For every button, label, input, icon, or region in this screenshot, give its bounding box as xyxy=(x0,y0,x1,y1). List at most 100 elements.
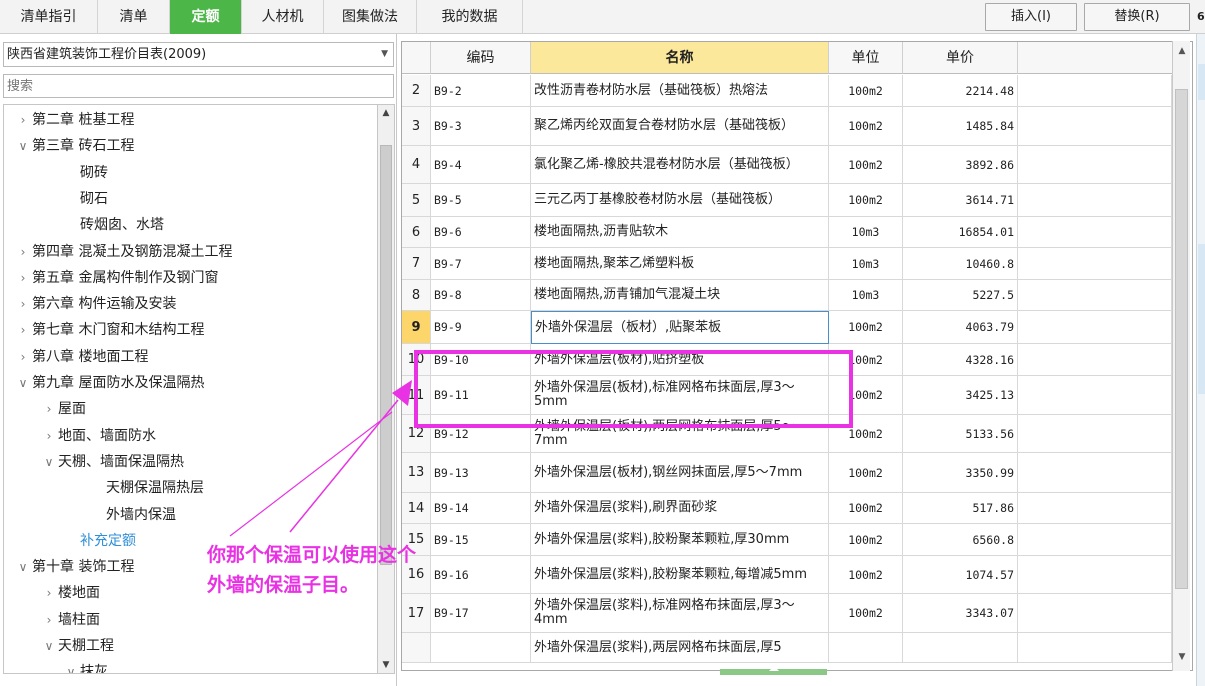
chevron-down-icon[interactable]: ∨ xyxy=(40,633,58,659)
chevron-right-icon[interactable]: › xyxy=(14,317,32,343)
price-cell[interactable]: 3343.07 xyxy=(903,594,1018,633)
name-cell[interactable]: 外墙外保温层(浆料),胶粉聚苯颗粒,每增减5mm xyxy=(531,556,829,594)
chevron-down-icon[interactable]: ∨ xyxy=(62,659,80,673)
chevron-right-icon[interactable]: › xyxy=(14,107,32,133)
unit-cell[interactable]: 10m3 xyxy=(829,280,903,311)
price-cell[interactable]: 3425.13 xyxy=(903,376,1018,415)
name-cell[interactable]: 氯化聚乙烯-橡胶共混卷材防水层（基础筏板） xyxy=(531,146,829,184)
blank-cell[interactable] xyxy=(1018,248,1172,280)
chevron-right-icon[interactable]: › xyxy=(40,423,58,449)
blank-cell[interactable] xyxy=(1018,376,1172,415)
unit-cell[interactable]: 100m2 xyxy=(829,524,903,556)
unit-cell[interactable]: 100m2 xyxy=(829,107,903,146)
row-number[interactable]: 14 xyxy=(402,493,431,524)
name-cell[interactable]: 外墙外保温层(浆料),标准网格布抹面层,厚3～4mm xyxy=(531,594,829,633)
price-cell[interactable]: 3350.99 xyxy=(903,453,1018,493)
unit-cell[interactable]: 100m2 xyxy=(829,146,903,184)
row-number[interactable]: 13 xyxy=(402,453,431,493)
price-cell[interactable]: 1074.57 xyxy=(903,556,1018,594)
scroll-thumb[interactable] xyxy=(1175,89,1188,589)
scroll-down-icon[interactable]: ▼ xyxy=(1173,649,1191,665)
chevron-down-icon[interactable]: ∨ xyxy=(14,554,32,580)
tree-node[interactable]: ∨ 第九章 屋面防水及保温隔热 xyxy=(14,370,205,396)
blank-cell[interactable] xyxy=(1018,415,1172,453)
tree-node[interactable]: › 第六章 构件运输及安装 xyxy=(14,291,177,317)
price-cell[interactable]: 3892.86 xyxy=(903,146,1018,184)
unit-cell[interactable]: 10m3 xyxy=(829,248,903,280)
row-number[interactable]: 4 xyxy=(402,146,431,184)
price-cell[interactable]: 10460.8 xyxy=(903,248,1018,280)
code-cell[interactable]: B9-4 xyxy=(431,146,531,184)
price-cell[interactable]: 2214.48 xyxy=(903,75,1018,107)
blank-cell[interactable] xyxy=(1018,107,1172,146)
tree-node[interactable]: › 第二章 桩基工程 xyxy=(14,107,135,133)
chevron-down-icon[interactable]: ∨ xyxy=(40,449,58,475)
price-cell[interactable]: 517.86 xyxy=(903,493,1018,524)
unit-cell[interactable]: 100m2 xyxy=(829,376,903,415)
header-price[interactable]: 单价 xyxy=(903,42,1018,74)
name-cell[interactable]: 外墙外保温层(板材),两层网格布抹面层,厚5～7mm xyxy=(531,415,829,453)
tab-labor-material-machine[interactable]: 人材机 xyxy=(242,0,324,34)
blank-cell[interactable] xyxy=(1018,280,1172,311)
code-cell[interactable]: B9-15 xyxy=(431,524,531,556)
unit-cell[interactable]: 100m2 xyxy=(829,594,903,633)
code-cell[interactable]: B9-9 xyxy=(431,311,531,344)
name-cell[interactable]: 外墙外保温层（板材）,贴聚苯板 xyxy=(531,311,829,344)
tree-node[interactable]: 砌石 xyxy=(62,186,108,212)
header-name[interactable]: 名称 xyxy=(531,42,829,74)
code-cell[interactable]: B9-6 xyxy=(431,217,531,248)
replace-button[interactable]: 替换(R) xyxy=(1084,3,1190,31)
name-cell[interactable]: 外墙外保温层(浆料),胶粉聚苯颗粒,厚30mm xyxy=(531,524,829,556)
price-cell[interactable]: 3614.71 xyxy=(903,184,1018,217)
tree-node[interactable]: › 楼地面 xyxy=(40,580,100,606)
code-cell[interactable]: B9-7 xyxy=(431,248,531,280)
blank-cell[interactable] xyxy=(1018,594,1172,633)
unit-cell[interactable] xyxy=(829,633,903,663)
price-cell[interactable] xyxy=(903,633,1018,663)
unit-cell[interactable]: 100m2 xyxy=(829,493,903,524)
price-cell[interactable]: 6560.8 xyxy=(903,524,1018,556)
tree-node[interactable]: ∨ 第三章 砖石工程 xyxy=(14,133,135,159)
row-number[interactable]: 9 xyxy=(402,311,431,344)
code-cell[interactable]: B9-17 xyxy=(431,594,531,633)
chevron-down-icon[interactable]: ∨ xyxy=(14,133,32,159)
row-number[interactable]: 8 xyxy=(402,280,431,311)
tree-node[interactable]: 砌砖 xyxy=(62,160,108,186)
blank-cell[interactable] xyxy=(1018,184,1172,217)
scroll-down-icon[interactable]: ▼ xyxy=(378,657,394,673)
tab-bill[interactable]: 清单 xyxy=(98,0,170,34)
tree-node[interactable]: 外墙内保温 xyxy=(88,502,176,528)
price-cell[interactable]: 5133.56 xyxy=(903,415,1018,453)
row-number[interactable]: 2 xyxy=(402,75,431,107)
blank-cell[interactable] xyxy=(1018,217,1172,248)
blank-cell[interactable] xyxy=(1018,493,1172,524)
row-number[interactable]: 7 xyxy=(402,248,431,280)
tree-node[interactable]: ∨ 天棚、墙面保温隔热 xyxy=(40,449,184,475)
code-cell[interactable]: B9-5 xyxy=(431,184,531,217)
price-cell[interactable]: 16854.01 xyxy=(903,217,1018,248)
name-cell[interactable]: 楼地面隔热,沥青铺加气混凝土块 xyxy=(531,280,829,311)
chevron-right-icon[interactable]: › xyxy=(14,344,32,370)
name-cell[interactable]: 外墙外保温层(浆料),刷界面砂浆 xyxy=(531,493,829,524)
tree-node[interactable]: 补充定额 xyxy=(62,528,136,554)
unit-cell[interactable]: 100m2 xyxy=(829,415,903,453)
name-cell[interactable]: 聚乙烯丙纶双面复合卷材防水层（基础筏板） xyxy=(531,107,829,146)
chevron-right-icon[interactable]: › xyxy=(40,396,58,422)
name-cell[interactable]: 三元乙丙丁基橡胶卷材防水层（基础筏板） xyxy=(531,184,829,217)
tree-node[interactable]: › 第五章 金属构件制作及钢门窗 xyxy=(14,265,219,291)
header-unit[interactable]: 单位 xyxy=(829,42,903,74)
scroll-up-icon[interactable]: ▲ xyxy=(1173,43,1191,59)
name-cell[interactable]: 楼地面隔热,沥青贴软木 xyxy=(531,217,829,248)
row-number[interactable]: 10 xyxy=(402,344,431,376)
tab-bill-guide[interactable]: 清单指引 xyxy=(0,0,98,34)
chevron-right-icon[interactable]: › xyxy=(40,607,58,633)
code-cell[interactable]: B9-10 xyxy=(431,344,531,376)
tree-node[interactable]: › 屋面 xyxy=(40,396,86,422)
name-cell[interactable]: 外墙外保温层(板材),标准网格布抹面层,厚3～5mm xyxy=(531,376,829,415)
row-number[interactable]: 3 xyxy=(402,107,431,146)
code-cell[interactable]: B9-14 xyxy=(431,493,531,524)
unit-cell[interactable]: 100m2 xyxy=(829,311,903,344)
row-number[interactable] xyxy=(402,633,431,663)
name-cell[interactable]: 改性沥青卷材防水层（基础筏板）热熔法 xyxy=(531,75,829,107)
header-code[interactable]: 编码 xyxy=(431,42,531,74)
